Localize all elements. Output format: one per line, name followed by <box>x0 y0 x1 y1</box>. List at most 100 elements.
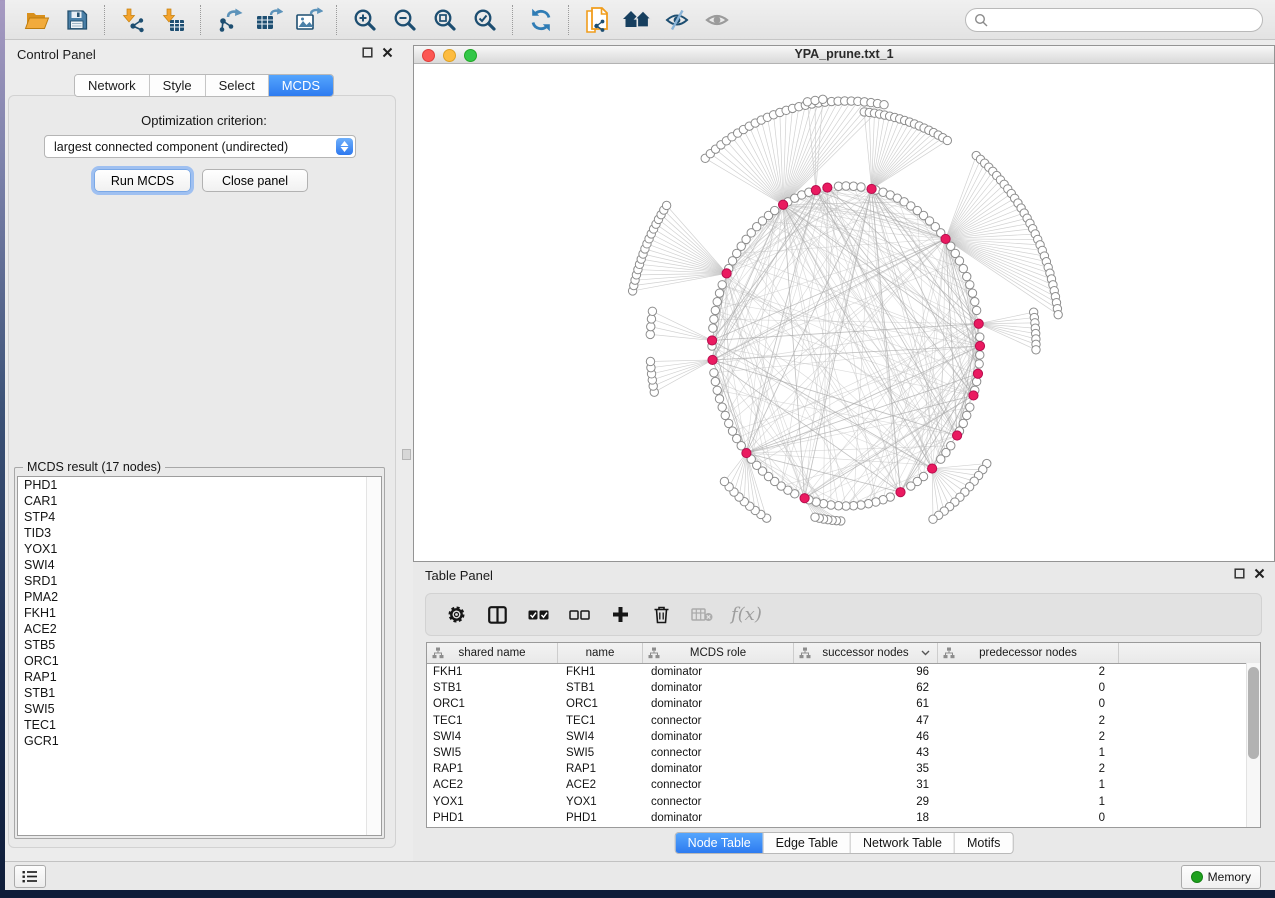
delete-column-icon[interactable] <box>649 603 673 627</box>
mcds-node[interactable] <box>974 319 983 328</box>
list-item[interactable]: TEC1 <box>18 717 381 733</box>
network-node[interactable] <box>718 403 726 411</box>
table-row[interactable]: YOX1YOX1connector291 <box>427 794 1260 810</box>
network-node[interactable] <box>715 289 723 297</box>
mcds-node[interactable] <box>969 391 978 400</box>
close-panel-icon[interactable] <box>382 47 393 58</box>
search-box[interactable] <box>965 8 1263 32</box>
table-row[interactable]: FKH1FKH1dominator962 <box>427 664 1260 680</box>
network-leaf-node[interactable] <box>811 96 819 104</box>
network-node[interactable] <box>975 360 983 368</box>
network-node[interactable] <box>715 395 723 403</box>
open-file-icon[interactable] <box>17 4 57 36</box>
network-home-icon[interactable] <box>617 4 657 36</box>
mcds-node[interactable] <box>778 200 787 209</box>
table-row[interactable]: TEC1TEC1connector472 <box>427 713 1260 729</box>
refresh-view-icon[interactable] <box>521 4 561 36</box>
list-item[interactable]: ACE2 <box>18 621 381 637</box>
network-node[interactable] <box>959 264 967 272</box>
list-item[interactable]: FKH1 <box>18 605 381 621</box>
hide-selected-eye-icon[interactable] <box>657 4 697 36</box>
mcds-node[interactable] <box>811 186 820 195</box>
mcds-node[interactable] <box>823 183 832 192</box>
run-mcds-button[interactable]: Run MCDS <box>94 169 191 192</box>
optimization-criterion-select[interactable]: largest connected component (undirected) <box>44 135 356 158</box>
network-leaf-node[interactable] <box>662 201 670 209</box>
network-node[interactable] <box>976 333 984 341</box>
mcds-node[interactable] <box>707 336 716 345</box>
mcds-node[interactable] <box>708 355 717 364</box>
mcds-result-list[interactable]: PHD1CAR1STP4TID3YOX1SWI4SRD1PMA2FKH1ACE2… <box>17 476 382 836</box>
mcds-node[interactable] <box>952 431 961 440</box>
column-header-successor-nodes[interactable]: successor nodes <box>794 643 938 663</box>
tab-style[interactable]: Style <box>149 75 205 96</box>
toggle-column-icon[interactable] <box>485 603 509 627</box>
network-titlebar[interactable]: YPA_prune.txt_1 <box>414 46 1274 64</box>
network-graph[interactable] <box>414 64 1275 562</box>
network-node[interactable] <box>966 281 974 289</box>
network-node[interactable] <box>718 281 726 289</box>
network-leaf-node[interactable] <box>811 513 819 521</box>
list-item[interactable]: PHD1 <box>18 477 381 493</box>
show-hidden-eye-icon[interactable] <box>697 4 737 36</box>
table-row[interactable]: SWI4SWI4dominator462 <box>427 729 1260 745</box>
mcds-node[interactable] <box>941 234 950 243</box>
column-header-name[interactable]: name <box>558 643 643 663</box>
network-node[interactable] <box>955 257 963 265</box>
mcds-node[interactable] <box>896 488 905 497</box>
list-item[interactable]: GCR1 <box>18 733 381 749</box>
list-item[interactable]: STB5 <box>18 637 381 653</box>
tab-network-table[interactable]: Network Table <box>850 833 954 853</box>
network-node[interactable] <box>713 298 721 306</box>
mcds-node[interactable] <box>973 369 982 378</box>
mcds-node[interactable] <box>722 269 731 278</box>
network-node[interactable] <box>966 403 974 411</box>
network-leaf-node[interactable] <box>929 515 937 523</box>
zoom-selected-icon[interactable] <box>465 4 505 36</box>
network-node[interactable] <box>857 183 865 191</box>
minimize-window-icon[interactable] <box>443 49 456 62</box>
select-all-rows-icon[interactable] <box>526 603 550 627</box>
scrollbar-thumb[interactable] <box>1248 667 1259 759</box>
network-canvas[interactable] <box>414 64 1274 561</box>
column-header-shared-name[interactable]: shared name <box>427 643 558 663</box>
list-item[interactable]: SRD1 <box>18 573 381 589</box>
network-node[interactable] <box>972 306 980 314</box>
network-node[interactable] <box>728 427 736 435</box>
tab-node-table[interactable]: Node Table <box>676 833 763 853</box>
table-row[interactable]: STB1STB1dominator620 <box>427 680 1260 696</box>
network-leaf-node[interactable] <box>646 330 654 338</box>
memory-button[interactable]: Memory <box>1181 865 1261 889</box>
table-scrollbar[interactable] <box>1246 663 1260 827</box>
mcds-node[interactable] <box>928 464 937 473</box>
network-leaf-node[interactable] <box>1054 310 1062 318</box>
network-leaf-node[interactable] <box>943 136 951 144</box>
network-node[interactable] <box>963 272 971 280</box>
table-row[interactable]: PHD1PHD1dominator180 <box>427 810 1260 826</box>
mcds-node[interactable] <box>975 341 984 350</box>
list-item[interactable]: STB1 <box>18 685 381 701</box>
network-node[interactable] <box>713 386 721 394</box>
add-column-icon[interactable] <box>608 603 632 627</box>
network-leaf-node[interactable] <box>880 101 888 109</box>
list-item[interactable]: CAR1 <box>18 493 381 509</box>
mcds-node[interactable] <box>800 494 809 503</box>
network-leaf-node[interactable] <box>647 315 655 323</box>
list-item[interactable]: PMA2 <box>18 589 381 605</box>
network-node[interactable] <box>710 315 718 323</box>
network-node[interactable] <box>976 351 984 359</box>
network-leaf-node[interactable] <box>819 95 827 103</box>
network-node[interactable] <box>968 289 976 297</box>
network-leaf-node[interactable] <box>803 98 811 106</box>
network-node[interactable] <box>709 324 717 332</box>
import-network-icon[interactable] <box>113 4 153 36</box>
tab-edge-table[interactable]: Edge Table <box>763 833 850 853</box>
export-network-icon[interactable] <box>209 4 249 36</box>
tab-select[interactable]: Select <box>205 75 268 96</box>
network-node[interactable] <box>971 298 979 306</box>
splitter-handle[interactable] <box>402 449 411 460</box>
share-document-icon[interactable] <box>577 4 617 36</box>
network-leaf-node[interactable] <box>647 322 655 330</box>
zoom-in-icon[interactable] <box>345 4 385 36</box>
list-item[interactable]: ORC1 <box>18 653 381 669</box>
